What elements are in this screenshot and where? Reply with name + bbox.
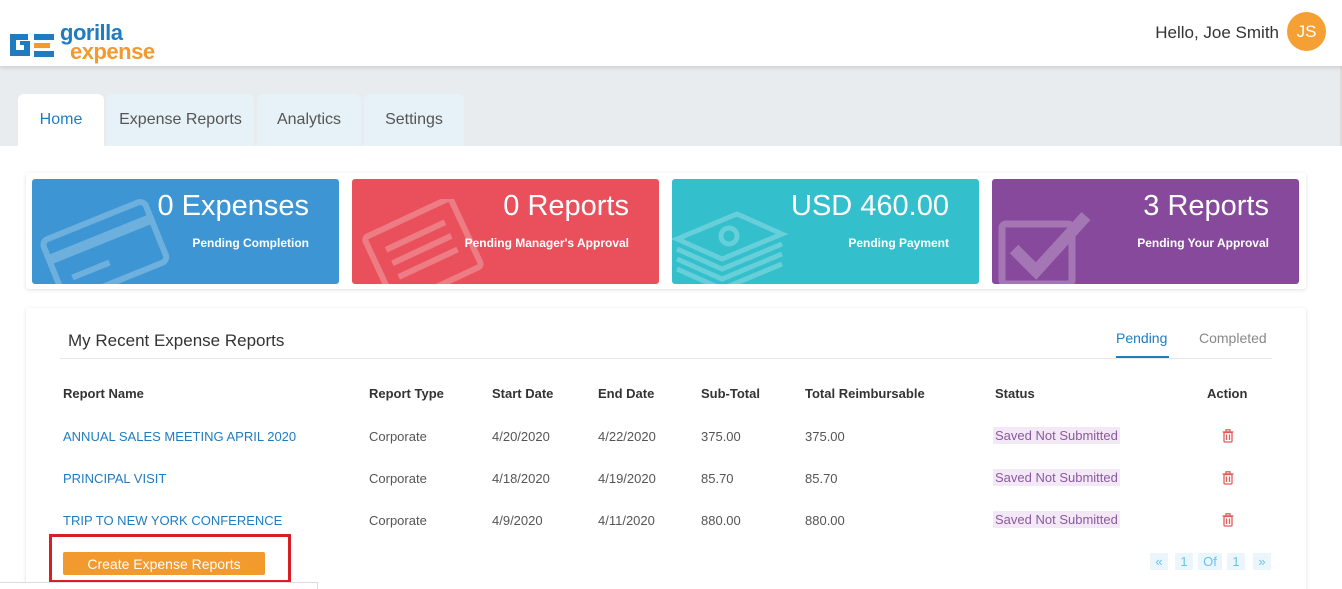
column-header-end-date[interactable]: End Date (598, 386, 654, 401)
user-greeting: Hello, Joe Smith (1155, 23, 1279, 42)
sub-total: 880.00 (701, 513, 741, 528)
delete-trash-icon[interactable] (1222, 513, 1234, 527)
delete-trash-icon[interactable] (1222, 471, 1234, 485)
status-badge: Saved Not Submitted (993, 427, 1120, 444)
start-date: 4/18/2020 (492, 471, 550, 486)
end-date: 4/19/2020 (598, 471, 656, 486)
pager-of-label: Of (1198, 553, 1222, 570)
report-name-link[interactable]: ANNUAL SALES MEETING APRIL 2020 (63, 429, 296, 444)
column-header-total-reimbursable[interactable]: Total Reimbursable (805, 386, 925, 401)
column-header-start-date[interactable]: Start Date (492, 386, 553, 401)
card-pending-your-approval[interactable]: 3 Reports Pending Your Approval (992, 179, 1299, 284)
card-value: 3 Reports (1143, 190, 1269, 222)
card-value: 0 Expenses (157, 190, 309, 222)
card-value: 0 Reports (503, 190, 629, 222)
card-label: Pending Manager's Approval (464, 236, 629, 250)
column-header-report-type[interactable]: Report Type (369, 386, 444, 401)
report-type: Corporate (369, 513, 427, 528)
report-name-link[interactable]: TRIP TO NEW YORK CONFERENCE (63, 513, 282, 528)
logo-text-expense: expense (70, 39, 155, 64)
tab-settings[interactable]: Settings (364, 94, 464, 146)
sub-total: 375.00 (701, 429, 741, 444)
total-reimbursable: 375.00 (805, 429, 845, 444)
pager-total-pages[interactable]: 1 (1227, 553, 1245, 570)
main-nav-tabs: Home Expense Reports Analytics Settings (18, 94, 467, 146)
sub-total: 85.70 (701, 471, 734, 486)
tab-home[interactable]: Home (18, 94, 104, 146)
total-reimbursable: 880.00 (805, 513, 845, 528)
pager-previous-button[interactable]: « (1150, 553, 1168, 570)
column-header-report-name[interactable]: Report Name (63, 386, 144, 401)
avatar[interactable]: JS (1287, 12, 1326, 51)
report-type: Corporate (369, 471, 427, 486)
panel-title: My Recent Expense Reports (68, 331, 285, 350)
logo-mark-icon (10, 34, 54, 57)
report-type: Corporate (369, 429, 427, 444)
card-pending-completion[interactable]: 0 Expenses Pending Completion (32, 179, 339, 284)
end-date: 4/22/2020 (598, 429, 656, 444)
card-pending-manager-approval[interactable]: 0 Reports Pending Manager's Approval (352, 179, 659, 284)
card-value: USD 460.00 (791, 190, 949, 222)
start-date: 4/9/2020 (492, 513, 543, 528)
total-reimbursable: 85.70 (805, 471, 838, 486)
pager-next-button[interactable]: » (1253, 553, 1271, 570)
card-pending-payment[interactable]: USD 460.00 Pending Payment (672, 179, 979, 284)
card-label: Pending Completion (192, 236, 309, 250)
tab-analytics[interactable]: Analytics (257, 94, 361, 146)
card-label: Pending Your Approval (1137, 236, 1269, 250)
top-header: gorilla expense Hello, Joe Smith JS (0, 0, 1342, 66)
column-header-status[interactable]: Status (995, 386, 1035, 401)
column-header-action: Action (1207, 386, 1248, 401)
card-label: Pending Payment (848, 236, 949, 250)
status-badge: Saved Not Submitted (993, 469, 1120, 486)
create-expense-reports-button[interactable]: Create Expense Reports (63, 552, 265, 575)
bottom-strip (0, 582, 318, 589)
report-name-link[interactable]: PRINCIPAL VISIT (63, 471, 166, 486)
divider (60, 358, 1272, 359)
gorilla-expense-logo[interactable]: gorilla expense (8, 20, 158, 66)
tab-expense-reports[interactable]: Expense Reports (107, 94, 254, 146)
delete-trash-icon[interactable] (1222, 429, 1234, 443)
start-date: 4/20/2020 (492, 429, 550, 444)
checkmark-icon (998, 211, 1091, 284)
tab-pending[interactable]: Pending (1116, 330, 1167, 346)
tab-completed[interactable]: Completed (1199, 330, 1267, 346)
column-header-sub-total[interactable]: Sub-Total (701, 386, 760, 401)
credit-card-icon (40, 199, 170, 284)
pager-current-page[interactable]: 1 (1175, 553, 1193, 570)
status-badge: Saved Not Submitted (993, 511, 1120, 528)
end-date: 4/11/2020 (598, 513, 655, 528)
